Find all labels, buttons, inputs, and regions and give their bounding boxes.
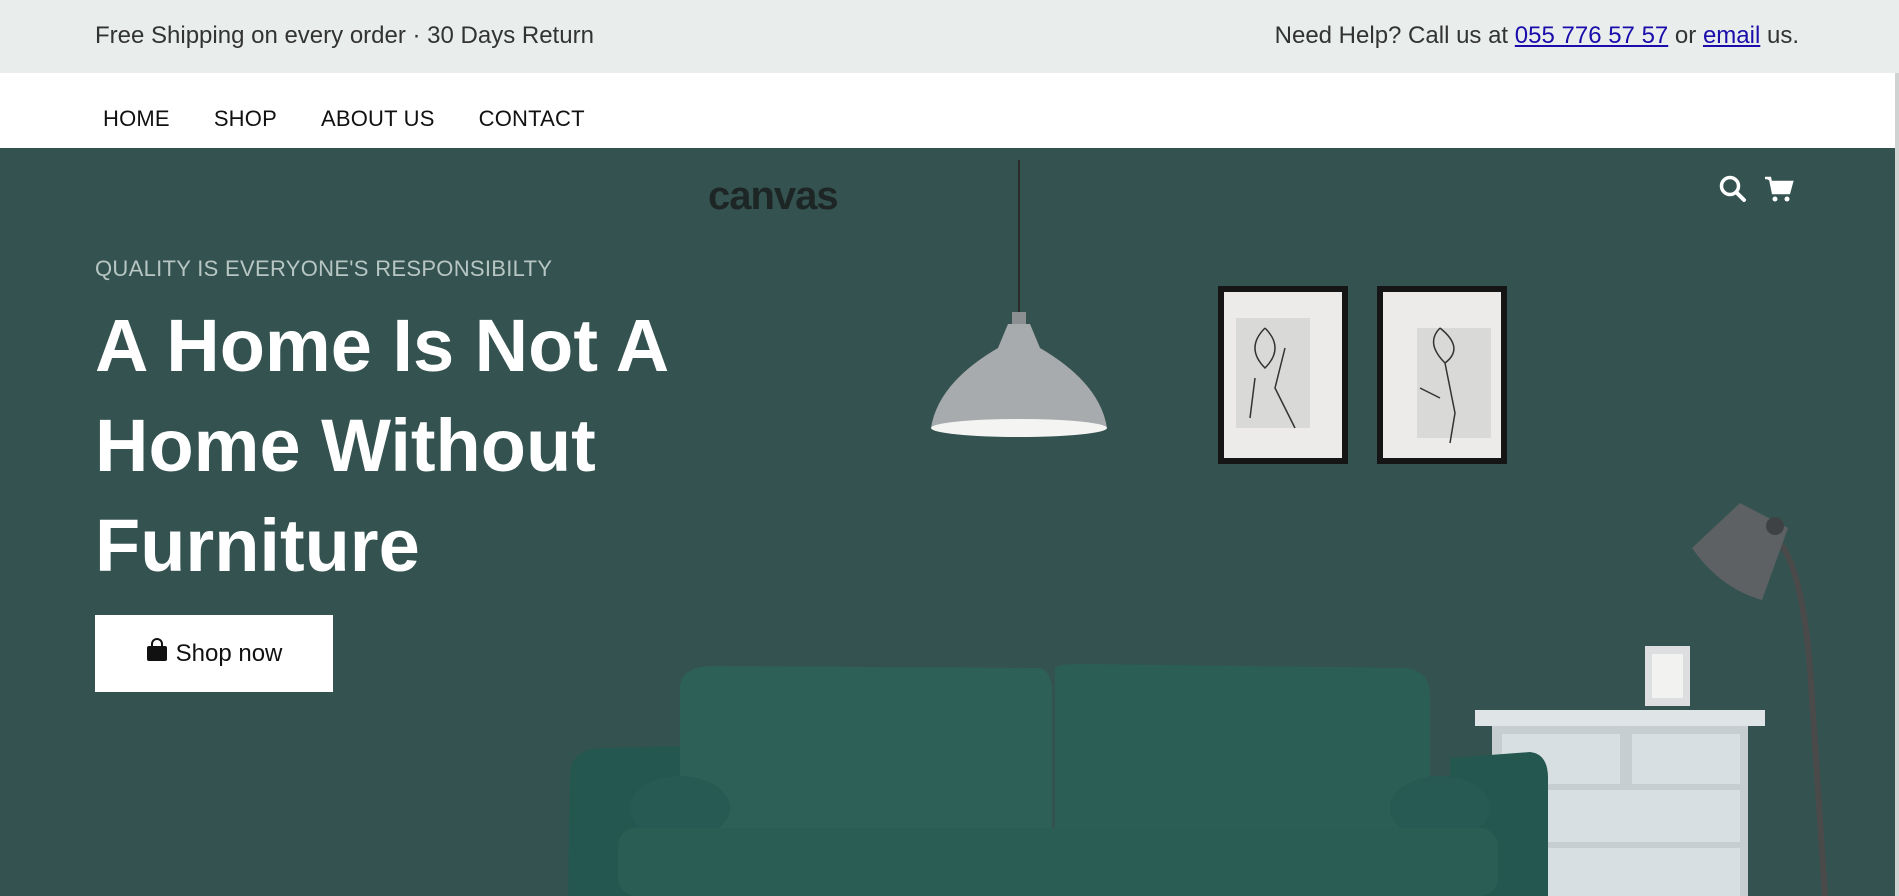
shop-now-button[interactable]: Shop now	[95, 615, 333, 692]
headline-line-2: Home Without	[95, 404, 596, 487]
phone-link[interactable]: 055 776 57 57	[1515, 22, 1668, 49]
help-prefix: Need Help? Call us at	[1274, 22, 1515, 49]
hero-banner: canvas QUALITY IS EVERYONE'S RESPONSIBIL…	[0, 148, 1895, 896]
cart-icon[interactable]	[1764, 174, 1794, 204]
brand-logo[interactable]: canvas	[708, 174, 839, 219]
shipping-promo-text: Free Shipping on every order · 30 Days R…	[95, 22, 594, 49]
wall-art-frames	[1218, 286, 1507, 464]
help-or: or	[1668, 22, 1703, 49]
pendant-lamp	[931, 160, 1107, 437]
header-actions	[1718, 174, 1794, 204]
nav-item-home[interactable]: HOME	[103, 106, 170, 132]
small-photo-frame	[1645, 646, 1690, 706]
nav-item-contact[interactable]: CONTACT	[479, 106, 585, 132]
main-nav: HOME SHOP ABOUT US CONTACT	[0, 73, 1895, 148]
hero-tagline: QUALITY IS EVERYONE'S RESPONSIBILTY	[95, 256, 553, 281]
page-scrollbar[interactable]	[1895, 73, 1899, 896]
nav-item-shop[interactable]: SHOP	[214, 106, 277, 132]
headline-line-3: Furniture	[95, 504, 420, 587]
shop-now-label: Shop now	[175, 639, 283, 667]
shopping-bag-icon	[146, 638, 168, 669]
top-info-bar: Free Shipping on every order · 30 Days R…	[0, 0, 1899, 73]
nav-item-about-us[interactable]: ABOUT US	[321, 106, 435, 132]
email-link[interactable]: email	[1703, 22, 1760, 49]
help-suffix: us.	[1760, 22, 1799, 49]
headline-line-1: A Home Is Not A	[95, 304, 670, 387]
sofa	[568, 664, 1548, 896]
search-icon[interactable]	[1718, 174, 1748, 204]
help-contact-text: Need Help? Call us at 055 776 57 57 or e…	[1275, 22, 1799, 50]
hero-headline: A Home Is Not A Home Without Furniture	[95, 296, 735, 596]
